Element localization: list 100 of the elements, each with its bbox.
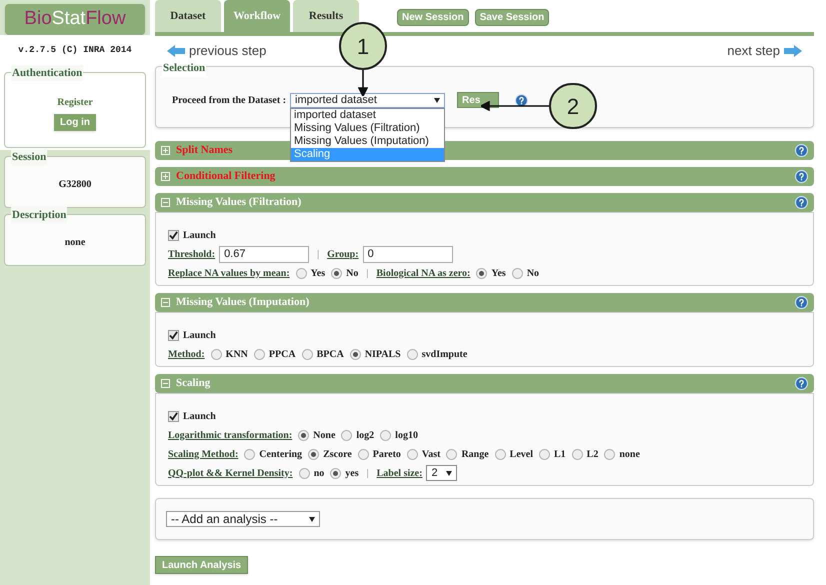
separator: | bbox=[317, 248, 320, 262]
add-analysis-select[interactable]: -- Add an analysis -- bbox=[166, 511, 320, 527]
checkbox[interactable] bbox=[168, 410, 179, 422]
radio-button[interactable] bbox=[380, 430, 392, 440]
section-title: Missing Values (Filtration) bbox=[176, 195, 302, 210]
nav-tab[interactable]: Dataset bbox=[155, 0, 221, 32]
radio-button[interactable] bbox=[539, 448, 550, 460]
left-arrow-icon[interactable] bbox=[167, 45, 185, 57]
field-label: Method: bbox=[168, 348, 205, 362]
checkbox-label: Launch bbox=[183, 328, 216, 342]
radio-label: No bbox=[346, 266, 358, 280]
radio-label: Vast bbox=[422, 448, 440, 462]
radio-button[interactable] bbox=[604, 448, 616, 460]
checkbox-label: Launch bbox=[183, 410, 216, 424]
section-title: Missing Values (Imputation) bbox=[176, 295, 310, 310]
radio-label: NIPALS bbox=[364, 348, 401, 362]
radio-button[interactable] bbox=[476, 268, 488, 278]
field-label: Threshold: bbox=[168, 248, 216, 262]
collapse-icon[interactable] bbox=[161, 198, 170, 207]
dataset-label: Proceed from the Dataset : bbox=[172, 94, 286, 108]
caret-icon bbox=[434, 98, 440, 102]
checkbox[interactable] bbox=[168, 230, 179, 240]
radio-button[interactable] bbox=[406, 348, 418, 360]
field-label: Biological NA as zero: bbox=[376, 266, 470, 280]
dropdown-option[interactable]: imported dataset bbox=[291, 108, 444, 122]
radio-button[interactable] bbox=[341, 430, 352, 440]
caret-icon bbox=[446, 470, 452, 476]
radio-label: Range bbox=[461, 448, 489, 462]
field-label: Replace NA values by mean: bbox=[168, 266, 290, 280]
section-title: Split Names bbox=[176, 143, 233, 158]
radio-label: Pareto bbox=[372, 448, 401, 462]
radio-label: None bbox=[313, 428, 336, 442]
text-field[interactable]: 0 bbox=[362, 246, 453, 262]
separator: | bbox=[366, 466, 369, 480]
radio-button[interactable] bbox=[308, 448, 320, 460]
register-link[interactable]: Register bbox=[57, 94, 93, 110]
radio-label: L2 bbox=[586, 448, 598, 462]
text-field[interactable]: 0.67 bbox=[219, 246, 310, 262]
radio-button[interactable] bbox=[358, 448, 369, 460]
panel-title: Selection bbox=[162, 60, 206, 76]
section-title: Conditional Filtering bbox=[176, 169, 276, 184]
radio-button[interactable] bbox=[298, 468, 310, 478]
callout-arrow bbox=[481, 101, 549, 111]
radio-label: KNN bbox=[226, 348, 248, 362]
nav-tab[interactable]: Results bbox=[293, 0, 359, 32]
panel-title: Description bbox=[11, 206, 68, 223]
help-icon[interactable] bbox=[515, 94, 528, 106]
field-label: Scaling Method: bbox=[168, 448, 238, 462]
previous-step-link[interactable]: previous step bbox=[189, 41, 266, 61]
callout-marker: 1 bbox=[339, 22, 387, 70]
radio-label: no bbox=[314, 466, 324, 480]
radio-button[interactable] bbox=[298, 430, 310, 440]
field-label: Logarithmic transformation: bbox=[168, 428, 292, 442]
radio-label: BPCA bbox=[316, 348, 344, 362]
version-text: v.2.7.5 (C) INRA 2014 bbox=[17, 44, 133, 57]
radio-label: Level bbox=[510, 448, 533, 462]
radio-label: none bbox=[619, 448, 640, 462]
radio-label: log2 bbox=[356, 428, 374, 442]
radio-label: No bbox=[526, 266, 540, 280]
radio-button[interactable] bbox=[572, 448, 583, 460]
logo[interactable]: BioStatFlow bbox=[5, 4, 145, 35]
checkbox-label: Launch bbox=[183, 228, 216, 242]
radio-button[interactable] bbox=[406, 448, 418, 460]
radio-button[interactable] bbox=[244, 448, 256, 460]
login-button[interactable]: Log in bbox=[54, 114, 96, 130]
radio-button[interactable] bbox=[210, 348, 222, 360]
field-label: Group: bbox=[327, 248, 359, 262]
radio-label: L1 bbox=[554, 448, 566, 462]
expand-icon[interactable] bbox=[161, 172, 170, 181]
dropdown-option[interactable]: Scaling bbox=[291, 148, 444, 160]
radio-label: Yes bbox=[491, 266, 506, 280]
field-label: QQ-plot && Kernel Density: bbox=[168, 466, 293, 480]
collapse-icon[interactable] bbox=[161, 379, 170, 388]
dataset-select[interactable]: imported dataset bbox=[290, 92, 446, 108]
radio-label: log10 bbox=[395, 428, 418, 442]
radio-button[interactable] bbox=[331, 268, 342, 278]
radio-button[interactable] bbox=[350, 348, 361, 360]
section-title: Scaling bbox=[176, 376, 210, 392]
radio-button[interactable] bbox=[254, 348, 265, 360]
panel-title: Session bbox=[11, 148, 48, 165]
radio-label: svdImpute bbox=[422, 348, 468, 362]
collapse-icon[interactable] bbox=[161, 298, 170, 307]
radio-button[interactable] bbox=[330, 468, 342, 478]
callout-arrow bbox=[358, 70, 368, 96]
dropdown-option[interactable]: Missing Values (Filtration) bbox=[291, 122, 444, 134]
radio-button[interactable] bbox=[494, 448, 506, 460]
session-id: G32800 bbox=[58, 178, 92, 192]
radio-label: Yes bbox=[310, 266, 326, 280]
radio-button[interactable] bbox=[446, 448, 458, 460]
radio-button[interactable] bbox=[512, 268, 523, 278]
right-arrow-icon[interactable] bbox=[784, 45, 802, 57]
caret-icon bbox=[309, 516, 315, 522]
radio-button[interactable] bbox=[302, 348, 313, 360]
next-step-link[interactable]: next step bbox=[727, 41, 780, 61]
expand-icon[interactable] bbox=[161, 146, 170, 155]
size-select[interactable]: 2 bbox=[426, 465, 457, 481]
radio-button[interactable] bbox=[296, 268, 307, 278]
panel-title: Authentication bbox=[11, 64, 84, 81]
checkbox[interactable] bbox=[168, 330, 179, 340]
radio-label: PPCA bbox=[268, 348, 296, 362]
